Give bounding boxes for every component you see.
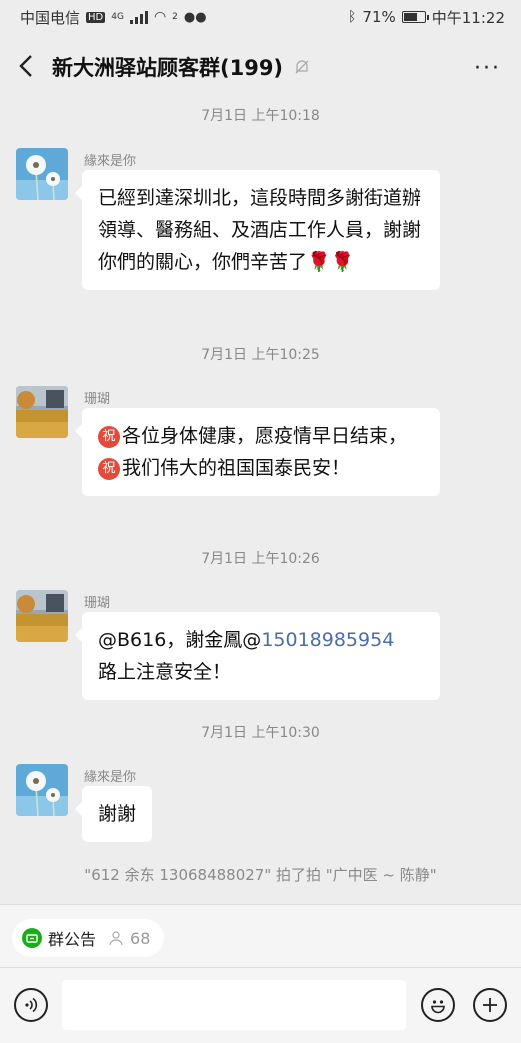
clock-label: 中午11:22 (431, 8, 505, 27)
emoji-button[interactable] (421, 988, 455, 1022)
carrier-label: 中国电信 (20, 8, 81, 27)
message-text: 各位身体健康，愿疫情早日结束， (122, 425, 408, 447)
message-text: 路上注意安全！ (98, 661, 232, 683)
message-bubble[interactable]: 已經到達深圳北，這段時間多謝街道辦領導、醫務組、及酒店工作人員，謝謝你們的關心，… (75, 170, 440, 290)
blessing-emoji: 祝 (98, 426, 120, 448)
dandelion-avatar[interactable] (16, 764, 68, 816)
person-icon (109, 931, 123, 946)
battery-icon (401, 11, 429, 23)
chevron-left-icon[interactable] (14, 52, 42, 80)
notice-icon (22, 928, 42, 948)
wifi-label: 2 (172, 12, 178, 22)
input-bar (0, 967, 521, 1043)
emoji-icon (431, 1000, 445, 1014)
autumn-field-avatar[interactable] (16, 590, 68, 642)
message-bubble[interactable]: @B616，謝金鳳@15018985954 路上注意安全！ (75, 612, 440, 700)
message-input[interactable] (62, 980, 406, 1030)
message-text: 我们伟大的祖国国泰民安！ (122, 457, 351, 479)
network-gen-label: 4G (111, 12, 124, 22)
chat-title-wrap: 新大洲驿站顾客群(199) (52, 52, 311, 82)
blessing-emoji: 祝 (98, 458, 120, 480)
message-bubble[interactable]: 謝謝 (74, 786, 153, 842)
plus-button[interactable] (473, 988, 507, 1022)
battery-label: 71% (362, 8, 396, 26)
wifi-icon: ◠ (153, 9, 167, 25)
message-timestamp: 7月1日 上午10:25 (201, 347, 320, 363)
group-notice-button[interactable]: 群公告 68 (12, 919, 165, 957)
phone-link[interactable]: 15018985954 (261, 629, 394, 651)
sender-name: 珊瑚 (84, 392, 111, 407)
chat-header: 新大洲驿站顾客群(199) ··· (0, 34, 521, 98)
bluetooth-icon: ᛒ (348, 9, 357, 25)
voice-icon (25, 997, 38, 1013)
hd-badge: HD (86, 11, 106, 23)
sender-name: 緣來是你 (84, 770, 137, 785)
more-options-button[interactable]: ··· (474, 56, 501, 81)
chat-title: 新大洲驿站顾客群(199) (52, 56, 284, 80)
wechat-icon: ●● (183, 9, 207, 25)
notice-count: 68 (130, 928, 151, 948)
system-message: "612 余东 13068488027" 拍了拍 "广中医 ~ 陈静" (84, 866, 437, 884)
message-bubble[interactable]: 祝各位身体健康，愿疫情早日结束，祝 我们伟大的祖国国泰民安！ (75, 408, 440, 496)
sender-name: 珊瑚 (84, 596, 111, 611)
dandelion-avatar[interactable] (16, 148, 68, 200)
message-timestamp: 7月1日 上午10:26 (201, 551, 320, 567)
sender-name: 緣來是你 (84, 154, 137, 169)
bell-muted-icon (295, 60, 309, 74)
bottom-panel: 群公告 68 (0, 904, 521, 1043)
message-text: @B616，謝金鳳@ (98, 629, 262, 651)
signal-icon (129, 10, 148, 24)
message-timestamp: 7月1日 上午10:18 (201, 108, 320, 124)
voice-button[interactable] (14, 988, 48, 1022)
autumn-field-avatar[interactable] (16, 386, 68, 438)
status-bar: 中国电信 HD 4G ◠ 2 ●● ᛒ 71% 中午11:22 (0, 0, 521, 34)
message-timestamp: 7月1日 上午10:30 (201, 725, 320, 741)
plus-icon (483, 998, 497, 1012)
notice-label: 群公告 (48, 930, 97, 949)
